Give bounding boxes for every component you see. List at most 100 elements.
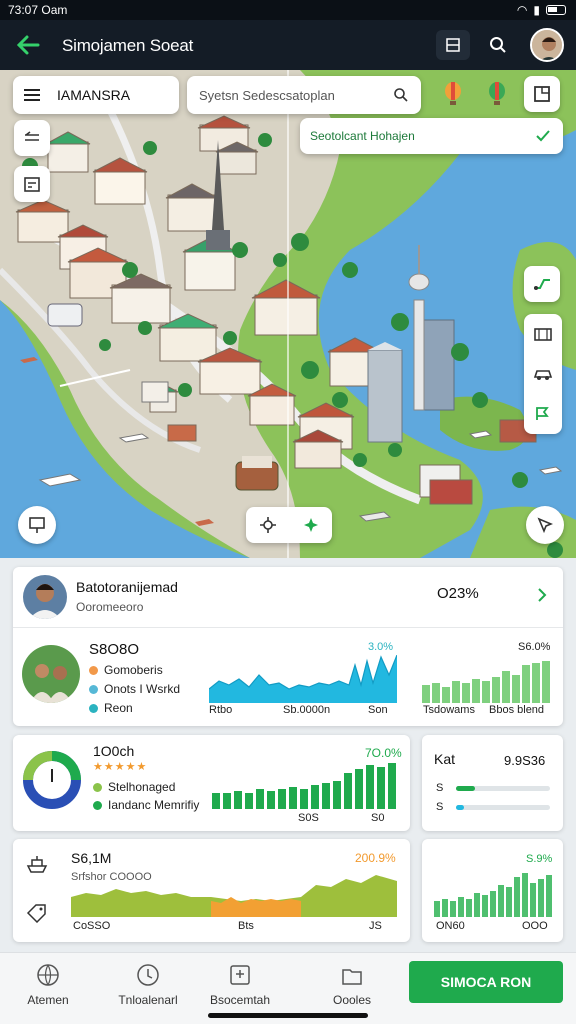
nav-item-bsocemtah[interactable]: Bsocemtah bbox=[192, 963, 288, 1007]
back-arrow-icon[interactable] bbox=[14, 32, 42, 58]
globe-icon bbox=[37, 964, 59, 986]
sales-legend-2: Onots I Wsrkd bbox=[89, 682, 180, 696]
map-zoom-control bbox=[246, 507, 332, 543]
search-icon bbox=[394, 88, 408, 102]
balloon-icon[interactable] bbox=[442, 81, 464, 107]
income-value: 200.9% bbox=[355, 851, 396, 865]
profile-avatar[interactable] bbox=[23, 575, 67, 619]
sales-right-axis-1: Tsdowams bbox=[423, 704, 475, 716]
legend-dot bbox=[93, 801, 102, 811]
simulation-button[interactable]: SIMOCA RON bbox=[409, 961, 563, 1003]
sales-axis-1: Rtbo bbox=[209, 704, 233, 716]
calendar-button[interactable] bbox=[14, 166, 50, 202]
trend-value: S.9% bbox=[526, 853, 553, 865]
sparkle-icon[interactable] bbox=[302, 516, 320, 534]
navigate-arrow-icon bbox=[537, 517, 553, 533]
navigate-button[interactable] bbox=[526, 506, 564, 544]
legend-dot bbox=[89, 704, 98, 714]
nav-item-atemen[interactable]: Atemen bbox=[0, 963, 96, 1007]
sales-area-chart bbox=[209, 655, 397, 703]
page-title: Simojamen Soeat bbox=[62, 36, 194, 55]
divider bbox=[13, 627, 563, 628]
location-chip[interactable]: IAMANSRA bbox=[13, 76, 179, 114]
legend-label: Reon bbox=[104, 701, 133, 715]
nav-item-oooles[interactable]: Oooles bbox=[304, 963, 400, 1007]
goal-title: 1O0ch bbox=[93, 743, 135, 759]
income-axis-1: CoSSO bbox=[73, 920, 111, 932]
profile-sales-card: Batotoranijemad Ooromeeoro O23% S8O8O Go… bbox=[13, 567, 563, 726]
search-input[interactable]: Syetsn Sedescsatoplan bbox=[187, 76, 421, 114]
legend-label: Onots I Wsrkd bbox=[104, 682, 181, 696]
sales-chart-value: 3.0% bbox=[368, 641, 394, 653]
goal-donut-chart bbox=[23, 751, 81, 809]
income-axis-3: JS bbox=[369, 920, 382, 932]
map-icon bbox=[230, 965, 250, 985]
folder-icon bbox=[342, 969, 362, 985]
sales-legend-1: Gomoberis bbox=[89, 663, 163, 677]
fullscreen-button[interactable] bbox=[524, 76, 560, 112]
goal-card: 1O0ch ★★★★★ Stelhonaged Iandanc Memrifiy… bbox=[13, 735, 410, 831]
stat-card: Kat 9.9S36 S S bbox=[422, 735, 563, 831]
legend-label: Iandanc Memrifiy bbox=[108, 798, 200, 812]
layout-button[interactable] bbox=[436, 30, 470, 60]
nav-label: Bsocemtah bbox=[209, 993, 271, 1007]
goal-legend-1: Stelhonaged bbox=[93, 780, 175, 794]
nav-label: Oooles bbox=[332, 993, 372, 1007]
stat-value: 9.9S36 bbox=[504, 753, 546, 768]
menu-icon bbox=[24, 89, 40, 101]
nav-item-tnloalenarl[interactable]: Tnloalenarl bbox=[100, 963, 196, 1007]
income-title: S6,1M bbox=[71, 850, 112, 866]
balloon-flag-icon[interactable] bbox=[486, 81, 508, 107]
profile-value: O23% bbox=[437, 585, 479, 602]
recenter-icon[interactable] bbox=[259, 516, 277, 534]
avatar[interactable] bbox=[530, 28, 564, 62]
stat-title: Kat bbox=[434, 751, 456, 767]
income-axis-2: Bts bbox=[238, 920, 254, 932]
search-placeholder: Syetsn Sedescsatoplan bbox=[199, 87, 335, 103]
group-photo bbox=[22, 645, 80, 703]
stat-row-1-label: S bbox=[436, 782, 444, 794]
building-icon[interactable] bbox=[533, 326, 553, 342]
group-photo-icon bbox=[22, 645, 80, 703]
chevron-right-icon[interactable] bbox=[537, 588, 547, 602]
status-bar: 73:07 Oam ◠ ▮ bbox=[0, 0, 576, 20]
avatar-face-icon bbox=[532, 30, 562, 60]
battery-icon bbox=[546, 5, 566, 15]
map-tools bbox=[524, 314, 562, 434]
profile-name: Batotoranijemad bbox=[76, 579, 178, 595]
check-icon bbox=[536, 130, 550, 142]
legend-label: Stelhonaged bbox=[108, 780, 176, 794]
stat-progress-2 bbox=[456, 805, 550, 810]
goal-axis-1: S0S bbox=[298, 812, 319, 824]
search-icon bbox=[490, 37, 506, 53]
map-view[interactable]: IAMANSRA Syetsn Sedescsatoplan Seotolcan… bbox=[0, 70, 576, 558]
stat-row-2-label: S bbox=[436, 801, 444, 813]
legend-label: Gomoberis bbox=[104, 663, 163, 677]
frame-icon bbox=[534, 86, 550, 102]
person-photo-icon bbox=[23, 575, 67, 619]
app-bar: Simojamen Soeat bbox=[0, 20, 576, 70]
legend-dot bbox=[89, 685, 98, 695]
nav-label: Tnloalenarl bbox=[118, 993, 178, 1007]
rating-stars: ★★★★★ bbox=[93, 761, 148, 773]
tag-icon[interactable] bbox=[26, 903, 48, 923]
legend-dot bbox=[89, 666, 98, 676]
map-info-button[interactable] bbox=[18, 506, 56, 544]
trend-bar-chart bbox=[434, 873, 552, 917]
sales-axis-3: Son bbox=[368, 704, 388, 716]
goal-bar-chart bbox=[212, 763, 396, 809]
car-icon[interactable] bbox=[533, 366, 553, 382]
ship-icon[interactable] bbox=[26, 854, 48, 874]
income-card: S6,1M Srfshor COOOO 200.9% CoSSO Bts JS bbox=[13, 839, 410, 942]
route-button[interactable] bbox=[524, 266, 560, 302]
flag-icon[interactable] bbox=[533, 406, 553, 422]
trend-card: S.9% ON60 OOO bbox=[422, 839, 563, 942]
goal-axis-2: S0 bbox=[371, 812, 385, 824]
search-button[interactable] bbox=[481, 30, 515, 60]
goal-value: 7O.0% bbox=[365, 746, 402, 760]
layers-button[interactable] bbox=[14, 120, 50, 156]
progress-fill bbox=[456, 786, 475, 791]
notice-banner[interactable]: Seotolcant Hohajen bbox=[300, 118, 563, 154]
legend-dot bbox=[93, 783, 102, 793]
wifi-icon: ◠ bbox=[516, 3, 528, 17]
